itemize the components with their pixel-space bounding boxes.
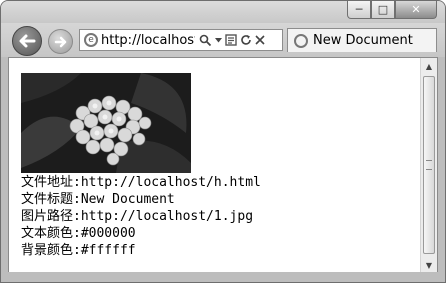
window-controls: ─ □ ✕	[347, 1, 437, 19]
compatibility-view-icon[interactable]	[225, 34, 237, 46]
info-line-bg-color: 背景颜色:#ffffff	[21, 242, 261, 259]
ie-page-icon: e	[84, 33, 98, 47]
info-line-image-path: 图片路径:http://localhost/1.jpg	[21, 208, 261, 225]
forward-button[interactable]	[48, 29, 73, 54]
info-label: 背景颜色:	[21, 243, 81, 258]
minimize-button[interactable]: ─	[347, 1, 371, 19]
address-bar[interactable]: e http://localhost/	[79, 29, 283, 51]
scroll-down-icon[interactable]: ▼	[421, 257, 437, 273]
close-button[interactable]: ✕	[395, 1, 437, 19]
info-value: #ffffff	[80, 243, 136, 258]
status-area	[1, 272, 445, 282]
info-value: #000000	[80, 226, 136, 241]
forward-arrow-icon	[54, 36, 66, 47]
hydrangea-picture	[21, 73, 191, 173]
info-line-text-color: 文本颜色:#000000	[21, 225, 261, 242]
vertical-scrollbar[interactable]: ▲ ▼	[420, 58, 437, 273]
info-label: 文件标题:	[21, 192, 81, 207]
refresh-icon[interactable]	[240, 34, 252, 46]
info-line-title: 文件标题:New Document	[21, 191, 261, 208]
info-label: 文件地址:	[21, 175, 81, 190]
info-value: http://localhost/h.html	[80, 175, 261, 190]
browser-window: ─ □ ✕ e http://localhost/ New Document 文…	[0, 0, 446, 283]
navigation-bar: e http://localhost/ New Document	[1, 23, 445, 57]
grip-icon	[426, 160, 432, 170]
tab-new-document[interactable]: New Document	[287, 28, 437, 52]
close-icon[interactable]	[255, 35, 265, 45]
scroll-up-icon[interactable]: ▲	[421, 58, 437, 74]
info-line-file-url: 文件地址:http://localhost/h.html	[21, 174, 261, 191]
maximize-button[interactable]: □	[371, 1, 395, 19]
tab-title: New Document	[313, 33, 413, 48]
info-value: New Document	[80, 192, 175, 207]
back-button[interactable]	[12, 26, 42, 56]
hydrangea-image	[21, 73, 191, 173]
page-content: 文件地址:http://localhost/h.html 文件标题:New Do…	[8, 57, 438, 274]
document-info: 文件地址:http://localhost/h.html 文件标题:New Do…	[21, 174, 261, 259]
chevron-down-icon[interactable]	[215, 37, 222, 43]
info-value: http://localhost/1.jpg	[80, 209, 254, 224]
search-icon[interactable]	[199, 34, 212, 47]
address-url[interactable]: http://localhost/	[101, 33, 195, 48]
scrollbar-thumb[interactable]	[423, 76, 435, 254]
info-label: 图片路径:	[21, 209, 81, 224]
ie-tab-icon	[294, 33, 308, 48]
address-tools	[199, 34, 265, 47]
back-arrow-icon	[19, 34, 36, 48]
info-label: 文本颜色:	[21, 226, 81, 241]
